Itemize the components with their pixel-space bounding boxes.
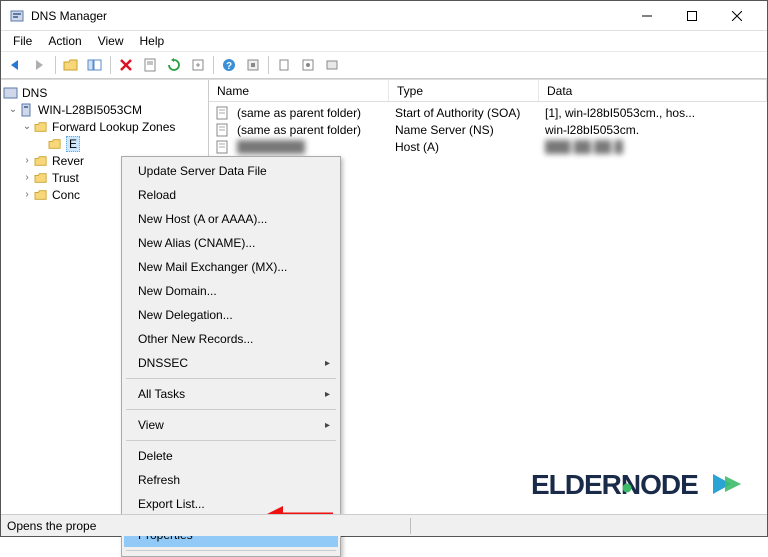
ctx-separator	[126, 440, 336, 441]
toolbar-misc-button-4[interactable]	[321, 54, 343, 76]
toolbar-properties-button[interactable]	[139, 54, 161, 76]
toolbar-misc-button-2[interactable]	[273, 54, 295, 76]
record-row[interactable]: ████████ Host (A) ███.██.██.█	[209, 138, 767, 155]
statusbar: Opens the prope	[1, 514, 767, 536]
folder-icon	[33, 120, 49, 134]
back-button[interactable]	[5, 54, 27, 76]
menu-file[interactable]: File	[5, 32, 40, 50]
ctx-separator	[126, 409, 336, 410]
ctx-export-list[interactable]: Export List...	[124, 492, 338, 516]
tree-root-dns[interactable]: DNS	[3, 84, 206, 101]
maximize-button[interactable]	[669, 2, 714, 30]
main-area: DNS ⌄ WIN-L28BI5053CM ⌄ Forward Lookup Z…	[1, 79, 767, 514]
tree-zone-selected[interactable]: E	[3, 135, 206, 152]
ctx-update-server-data[interactable]: Update Server Data File	[124, 159, 338, 183]
ctx-separator	[126, 378, 336, 379]
toolbar: ?	[1, 51, 767, 79]
ctx-new-host[interactable]: New Host (A or AAAA)...	[124, 207, 338, 231]
titlebar: DNS Manager	[1, 1, 767, 31]
record-icon	[215, 106, 231, 120]
status-text: Opens the prope	[7, 519, 96, 533]
help-button[interactable]: ?	[218, 54, 240, 76]
menu-view[interactable]: View	[90, 32, 132, 50]
expander-icon[interactable]: ›	[21, 155, 33, 166]
record-name: (same as parent folder)	[233, 123, 391, 137]
ctx-delete[interactable]: Delete	[124, 444, 338, 468]
ctx-new-alias[interactable]: New Alias (CNAME)...	[124, 231, 338, 255]
minimize-button[interactable]	[624, 2, 669, 30]
record-type: Host (A)	[391, 140, 541, 154]
column-header-data[interactable]: Data	[539, 80, 767, 101]
toolbar-separator	[55, 56, 56, 74]
ctx-other-new-records[interactable]: Other New Records...	[124, 327, 338, 351]
window-controls	[624, 2, 759, 30]
expander-icon[interactable]: ›	[21, 189, 33, 200]
toolbar-misc-button-3[interactable]	[297, 54, 319, 76]
ctx-new-mx[interactable]: New Mail Exchanger (MX)...	[124, 255, 338, 279]
toolbar-folder-button[interactable]	[60, 54, 82, 76]
menu-action[interactable]: Action	[40, 32, 89, 50]
toolbar-separator	[268, 56, 269, 74]
ctx-view[interactable]: View	[124, 413, 338, 437]
server-icon	[19, 103, 35, 117]
export-button[interactable]	[187, 54, 209, 76]
folder-icon	[33, 154, 49, 168]
record-name: (same as parent folder)	[233, 106, 391, 120]
folder-icon	[33, 171, 49, 185]
column-headers: Name Type Data	[209, 80, 767, 102]
record-type: Start of Authority (SOA)	[391, 106, 541, 120]
forward-button[interactable]	[29, 54, 51, 76]
ctx-refresh[interactable]: Refresh	[124, 468, 338, 492]
ctx-new-delegation[interactable]: New Delegation...	[124, 303, 338, 327]
toolbar-separator	[213, 56, 214, 74]
dns-root-icon	[3, 86, 19, 100]
toolbar-misc-button-1[interactable]	[242, 54, 264, 76]
status-separator	[410, 518, 411, 534]
folder-icon	[47, 137, 63, 151]
tree-forward-zones[interactable]: ⌄ Forward Lookup Zones	[3, 118, 206, 135]
record-data: win-l28bI5053cm.	[541, 123, 643, 137]
record-icon	[215, 123, 231, 137]
record-icon	[215, 140, 231, 154]
ctx-dnssec[interactable]: DNSSEC	[124, 351, 338, 375]
delete-button[interactable]	[115, 54, 137, 76]
ctx-separator	[126, 550, 336, 551]
refresh-button[interactable]	[163, 54, 185, 76]
toolbar-separator	[110, 56, 111, 74]
ctx-new-domain[interactable]: New Domain...	[124, 279, 338, 303]
expander-icon[interactable]: ⌄	[21, 121, 33, 132]
menu-help[interactable]: Help	[132, 32, 173, 50]
record-row[interactable]: (same as parent folder) Start of Authori…	[209, 104, 767, 121]
window-title: DNS Manager	[31, 9, 624, 23]
context-menu: Update Server Data File Reload New Host …	[121, 156, 341, 557]
ctx-reload[interactable]: Reload	[124, 183, 338, 207]
app-icon	[9, 8, 25, 24]
menubar: File Action View Help	[1, 31, 767, 51]
ctx-all-tasks[interactable]: All Tasks	[124, 382, 338, 406]
tree-server[interactable]: ⌄ WIN-L28BI5053CM	[3, 101, 206, 118]
record-data: [1], win-l28bI5053cm., hos...	[541, 106, 699, 120]
record-type: Name Server (NS)	[391, 123, 541, 137]
record-data: ███.██.██.█	[541, 140, 627, 154]
column-header-type[interactable]: Type	[389, 80, 539, 101]
record-row[interactable]: (same as parent folder) Name Server (NS)…	[209, 121, 767, 138]
close-button[interactable]	[714, 2, 759, 30]
expander-icon[interactable]: ›	[21, 172, 33, 183]
expander-icon[interactable]: ⌄	[7, 104, 19, 115]
svg-text:?: ?	[226, 61, 232, 72]
record-name: ████████	[233, 140, 391, 154]
column-header-name[interactable]: Name	[209, 80, 389, 101]
folder-icon	[33, 188, 49, 202]
toolbar-show-hide-button[interactable]	[84, 54, 106, 76]
